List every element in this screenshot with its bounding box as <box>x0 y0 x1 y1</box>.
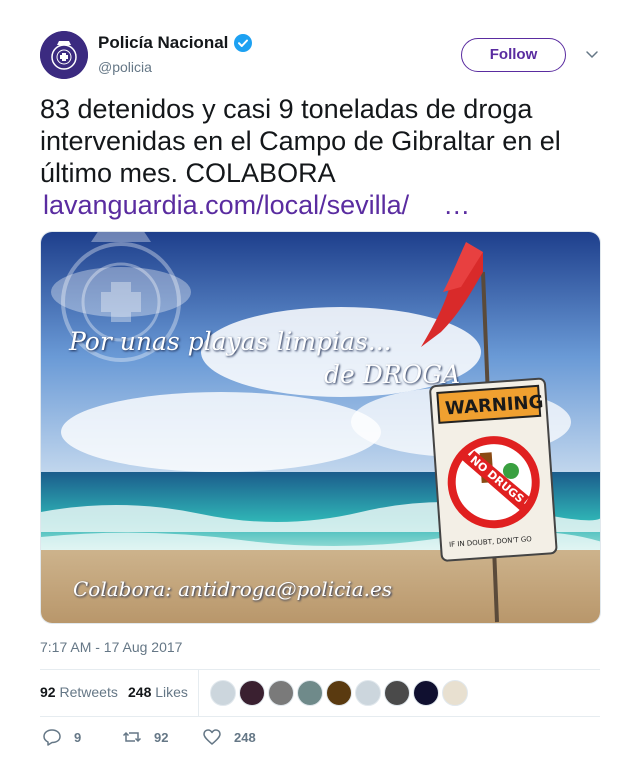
heart-icon <box>203 729 221 745</box>
tweet-stats: 92 Retweets 248 Likes <box>40 670 600 716</box>
stats-separator <box>198 670 199 716</box>
avatar[interactable] <box>40 31 88 79</box>
display-name[interactable]: Policía Nacional <box>98 33 228 53</box>
verified-badge-icon <box>234 34 253 52</box>
liker-avatar[interactable] <box>268 680 294 706</box>
tweet-text: 83 detenidos y casi 9 toneladas de droga… <box>40 93 600 221</box>
retweet-icon <box>122 731 142 743</box>
name-row: Policía Nacional <box>98 33 253 53</box>
liker-avatar[interactable] <box>239 680 265 706</box>
liker-avatar[interactable] <box>210 680 236 706</box>
chevron-down-icon[interactable] <box>585 47 599 61</box>
tweet-body: 83 detenidos y casi 9 toneladas de droga… <box>40 94 561 188</box>
like-count: 248 <box>234 729 256 745</box>
likes-stat[interactable]: 248 Likes <box>128 684 188 700</box>
like-button[interactable]: 248 <box>202 727 256 747</box>
retweet-count: 92 <box>154 729 169 745</box>
media-contact-text: Colabora: antidroga@policia.es <box>73 577 393 601</box>
liker-avatar[interactable] <box>413 680 439 706</box>
tweet-header: Policía Nacional @policia Follow <box>40 31 600 81</box>
tweet-timestamp[interactable]: 7:17 AM - 17 Aug 2017 <box>40 639 182 655</box>
media-headline-line1: Por unas playas limpias... <box>69 327 392 356</box>
tweet-actions: 9 92 248 <box>40 727 600 751</box>
likes-label: Likes <box>155 684 188 700</box>
user-handle[interactable]: @policia <box>98 59 152 75</box>
follow-button[interactable]: Follow <box>461 38 566 72</box>
liker-avatar[interactable] <box>297 680 323 706</box>
tweet-link[interactable]: lavanguardia.com/local/sevilla/ <box>43 189 409 221</box>
liker-avatar[interactable] <box>442 680 468 706</box>
liker-avatar[interactable] <box>384 680 410 706</box>
liker-avatar[interactable] <box>355 680 381 706</box>
tweet-media-image[interactable]: Por unas playas limpias... de DROGA WARN… <box>40 231 601 624</box>
reply-count: 9 <box>74 729 82 745</box>
media-headline-line2: de DROGA <box>324 360 461 389</box>
retweets-label: Retweets <box>59 684 118 700</box>
retweets-count: 92 <box>40 684 56 700</box>
likes-count: 248 <box>128 684 152 700</box>
liker-avatar[interactable] <box>326 680 352 706</box>
retweets-stat[interactable]: 92 Retweets <box>40 684 118 700</box>
divider <box>40 716 600 717</box>
liker-avatars <box>210 680 471 706</box>
reply-icon <box>43 729 61 746</box>
reply-button[interactable]: 9 <box>42 727 81 747</box>
retweet-button[interactable]: 92 <box>122 727 168 747</box>
link-ellipsis: … <box>443 190 471 220</box>
